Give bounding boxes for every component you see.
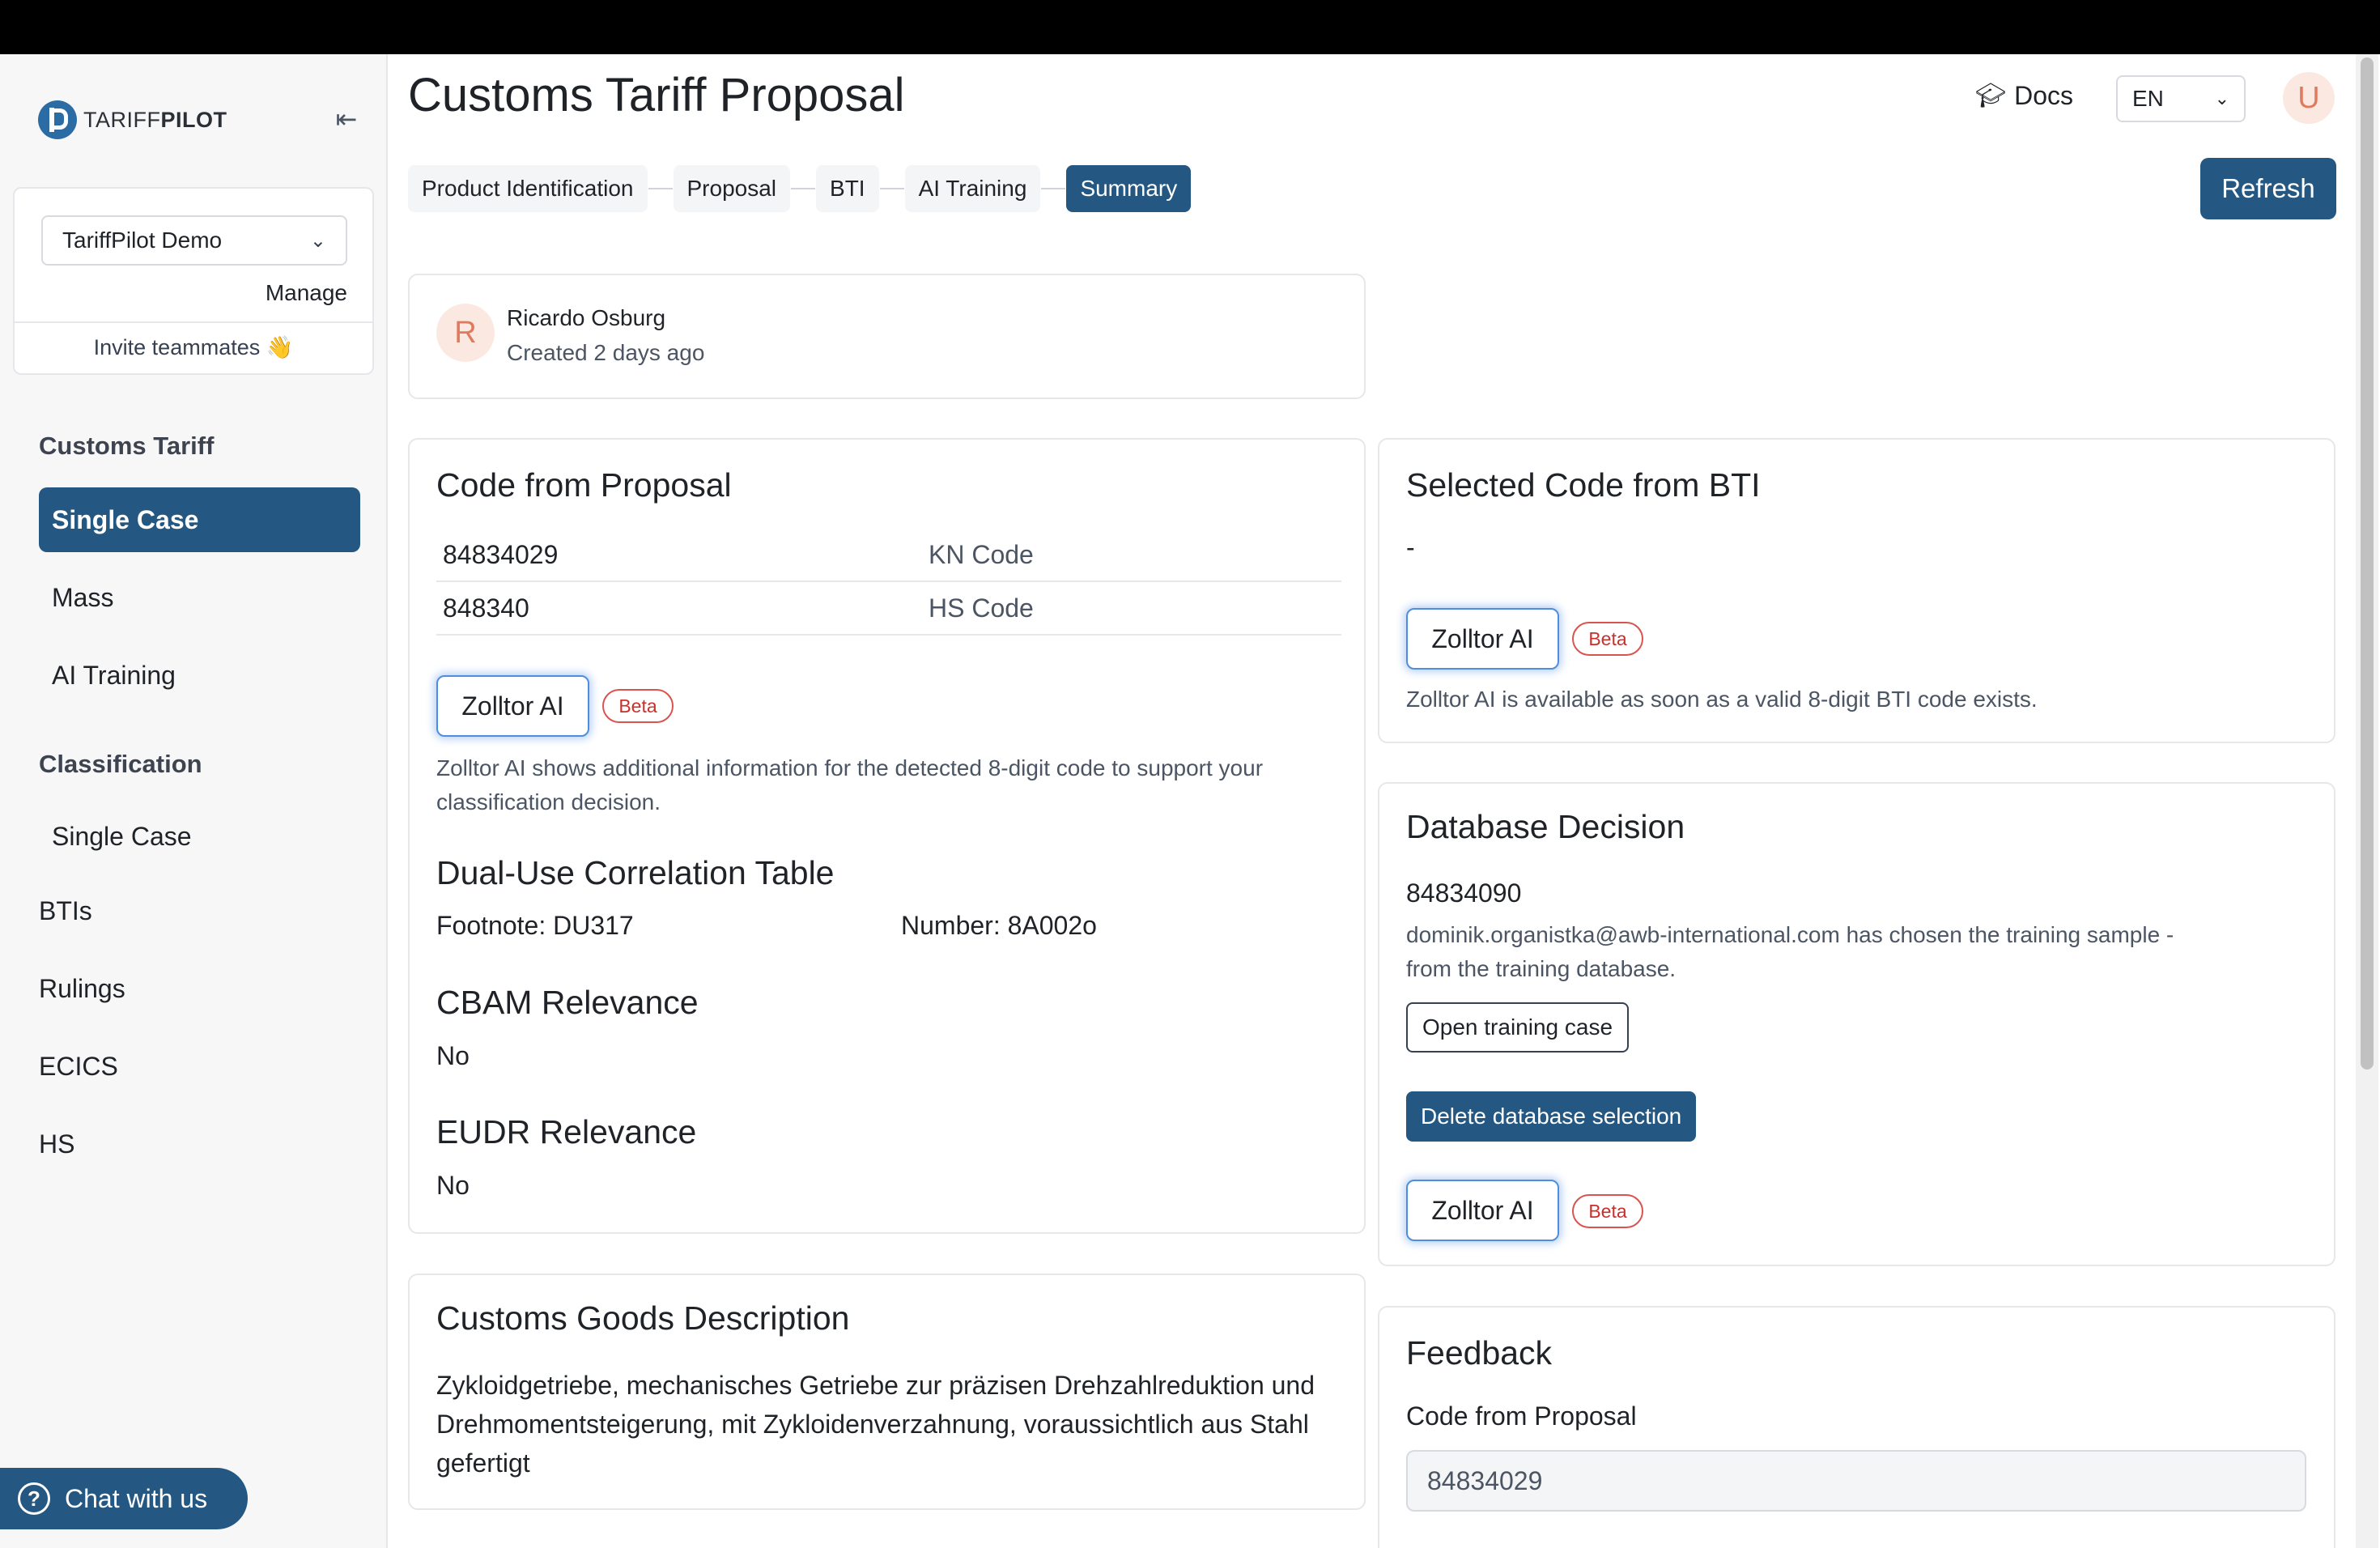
organization-select-value: TariffPilot Demo: [62, 228, 223, 253]
step-connector: [648, 188, 673, 189]
graduation-cap-icon: 🎓︎: [1975, 83, 2007, 109]
code-from-proposal-card: Code from Proposal 84834029 KN Code 8483…: [408, 438, 1366, 1234]
nav-item-classification-single-case[interactable]: Single Case: [39, 804, 360, 869]
nav-section-customs-tariff: Customs Tariff: [39, 432, 215, 460]
card-title: Customs Goods Description: [436, 1299, 850, 1337]
docs-link[interactable]: 🎓︎ Docs: [1975, 81, 2073, 111]
divider: [15, 321, 372, 323]
sidebar: TARIFFPILOT ⇤ TariffPilot Demo ⌄ Manage …: [0, 54, 388, 1548]
step-product-identification[interactable]: Product Identification: [408, 165, 648, 212]
nav-item-label: AI Training: [52, 660, 176, 690]
chat-with-us-button[interactable]: ? Chat with us: [0, 1468, 248, 1529]
nav-item-label: Mass: [52, 582, 114, 612]
card-title: Feedback: [1406, 1334, 1553, 1372]
selected-code-from-bti-card: Selected Code from BTI - Zolltor AI Beta…: [1378, 438, 2335, 743]
hs-code-value: 848340: [443, 593, 529, 623]
invite-teammates-link[interactable]: Invite teammates 👋: [15, 334, 372, 360]
nav-item-rulings[interactable]: Rulings: [39, 974, 125, 1004]
scrollbar-thumb[interactable]: [2361, 57, 2374, 1070]
step-proposal[interactable]: Proposal: [673, 165, 791, 212]
author-avatar: R: [436, 304, 495, 362]
goods-description-text: Zykloidgetriebe, mechanisches Getriebe z…: [436, 1371, 1315, 1478]
feedback-card: Feedback Code from Proposal 84834029: [1378, 1306, 2335, 1548]
code-row-kn: 84834029 KN Code: [436, 529, 1341, 582]
chevron-down-icon: ⌄: [309, 229, 326, 252]
beta-badge: Beta: [1572, 1194, 1643, 1228]
feedback-field-label: Code from Proposal: [1406, 1401, 1637, 1431]
nav-item-label: Single Case: [52, 504, 199, 534]
nav-item-label: Single Case: [52, 821, 192, 851]
database-code-value: 84834090: [1406, 878, 1522, 908]
refresh-button[interactable]: Refresh: [2200, 158, 2336, 219]
nav-item-mass[interactable]: Mass: [39, 565, 360, 630]
organization-card: TariffPilot Demo ⌄ Manage Invite teammat…: [13, 187, 374, 375]
database-decision-message-line2: from the training database.: [1406, 956, 1677, 981]
zolltor-ai-help-text: Zolltor AI shows additional information …: [436, 755, 1264, 814]
nav-item-single-case[interactable]: Single Case: [39, 487, 360, 552]
nav-item-btis[interactable]: BTIs: [39, 896, 92, 926]
card-title: Selected Code from BTI: [1406, 466, 1761, 504]
zolltor-ai-button[interactable]: Zolltor AI: [1406, 608, 1559, 670]
kn-code-value: 84834029: [443, 539, 559, 569]
dual-use-title: Dual-Use Correlation Table: [436, 854, 835, 891]
top-black-bar: [0, 0, 2380, 54]
organization-select[interactable]: TariffPilot Demo ⌄: [41, 215, 347, 266]
chat-label: Chat with us: [65, 1483, 208, 1513]
author-created-date: Created 2 days ago: [507, 340, 705, 365]
page-title: Customs Tariff Proposal: [408, 69, 905, 121]
delete-database-selection-button[interactable]: Delete database selection: [1406, 1091, 1697, 1142]
code-row-hs: 848340 HS Code: [436, 582, 1341, 636]
docs-label: Docs: [2014, 81, 2073, 110]
feedback-code-input[interactable]: 84834029: [1406, 1450, 2306, 1512]
open-training-case-button[interactable]: Open training case: [1406, 1002, 1630, 1053]
nav-item-ai-training[interactable]: AI Training: [39, 643, 360, 708]
cbam-value: No: [436, 1041, 470, 1070]
card-title: Database Decision: [1406, 808, 1685, 845]
nav-section-classification: Classification: [39, 750, 202, 778]
step-connector: [879, 188, 904, 189]
bti-code-value: -: [1406, 533, 1415, 562]
dual-use-footnote: Footnote: DU317: [436, 911, 634, 940]
dual-use-number: Number: 8A002o: [901, 911, 1097, 940]
manage-link[interactable]: Manage: [266, 280, 347, 306]
card-title: Code from Proposal: [436, 466, 732, 504]
app-logo[interactable]: TARIFFPILOT: [38, 100, 227, 139]
beta-badge: Beta: [602, 689, 674, 723]
collapse-sidebar-icon[interactable]: ⇤: [330, 103, 363, 135]
step-bti[interactable]: BTI: [816, 165, 879, 212]
author-card: R Ricardo Osburg Created 2 days ago: [408, 274, 1366, 399]
chevron-down-icon: ⌄: [2214, 88, 2229, 108]
cbam-title: CBAM Relevance: [436, 984, 699, 1021]
step-navigation: Product Identification Proposal BTI AI T…: [408, 165, 1192, 212]
logo-mark-icon: [38, 100, 77, 139]
step-connector: [1041, 188, 1066, 189]
kn-code-label: KN Code: [929, 539, 1034, 569]
page-scrollbar[interactable]: [2356, 54, 2378, 1548]
step-ai-training[interactable]: AI Training: [904, 165, 1041, 212]
zolltor-ai-help-text: Zolltor AI is available as soon as a val…: [1406, 687, 2038, 712]
beta-badge: Beta: [1572, 622, 1643, 656]
eudr-title: EUDR Relevance: [436, 1113, 697, 1150]
logo-text: TARIFFPILOT: [83, 107, 227, 132]
database-decision-card: Database Decision 84834090 dominik.organ…: [1378, 782, 2335, 1266]
language-select[interactable]: EN ⌄: [2116, 75, 2246, 122]
help-icon: ?: [18, 1482, 50, 1515]
database-decision-message-line1: dominik.organistka@awb-international.com…: [1406, 922, 2174, 947]
nav-item-ecics[interactable]: ECICS: [39, 1052, 118, 1082]
author-name: Ricardo Osburg: [507, 305, 666, 330]
nav-item-hs[interactable]: HS: [39, 1129, 74, 1159]
eudr-value: No: [436, 1171, 470, 1200]
user-avatar[interactable]: U: [2283, 72, 2335, 124]
step-summary[interactable]: Summary: [1066, 165, 1192, 212]
zolltor-ai-button[interactable]: Zolltor AI: [436, 675, 589, 737]
zolltor-ai-button[interactable]: Zolltor AI: [1406, 1180, 1559, 1241]
language-value: EN: [2132, 86, 2164, 111]
customs-goods-description-card: Customs Goods Description Zykloidgetrieb…: [408, 1274, 1366, 1510]
step-connector: [791, 188, 816, 189]
hs-code-label: HS Code: [929, 593, 1034, 623]
